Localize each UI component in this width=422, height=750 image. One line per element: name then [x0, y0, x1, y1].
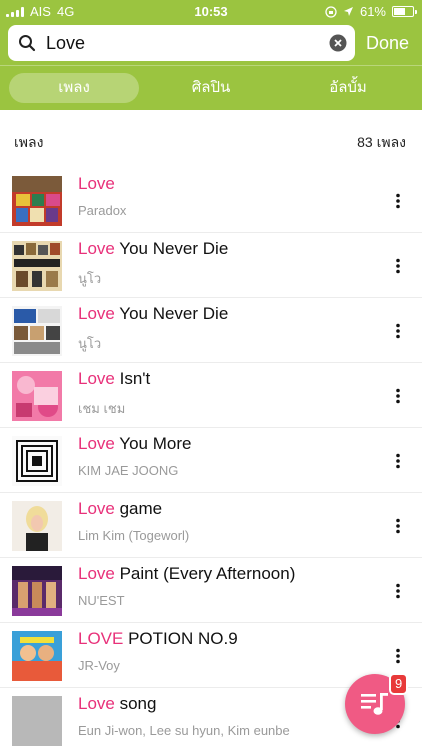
section-header: เพลง 83 เพลง: [0, 110, 422, 168]
title-rest: Paint (Every Afternoon): [114, 564, 296, 583]
battery-percent: 61%: [359, 4, 386, 19]
title-highlight: Love: [78, 694, 115, 713]
tab-artists[interactable]: ศิลปิน: [146, 73, 276, 103]
song-artist: นูโว: [78, 271, 102, 286]
title-rest: You More: [114, 434, 192, 453]
album-cover: [12, 306, 62, 356]
more-vertical-icon[interactable]: [390, 648, 406, 664]
title-highlight: Love: [78, 434, 115, 453]
title-highlight: Love: [78, 304, 115, 323]
album-cover: [12, 241, 62, 291]
more-vertical-icon[interactable]: [390, 193, 406, 209]
battery-icon: [392, 6, 417, 17]
album-cover: [12, 631, 62, 681]
title-rest: POTION NO.9: [123, 629, 238, 648]
album-cover: [12, 566, 62, 616]
title-rest: Isn't: [114, 369, 151, 388]
more-vertical-icon[interactable]: [390, 518, 406, 534]
album-cover: [12, 176, 62, 226]
queue-count-badge: 9: [389, 673, 409, 695]
playlist-icon: [361, 693, 388, 715]
title-rest: song: [114, 694, 157, 713]
album-cover: [12, 436, 62, 486]
orientation-lock-icon: [325, 5, 337, 18]
song-artist: Paradox: [78, 203, 127, 218]
song-title: Love Paint (Every Afternoon): [78, 564, 295, 584]
battery-fill: [394, 8, 405, 15]
song-artist: JR-Voy: [78, 658, 120, 673]
title-highlight: Love: [78, 174, 115, 193]
title-highlight: Love: [78, 564, 115, 583]
tab-albums[interactable]: อัลบั้ม: [283, 73, 413, 103]
tab-bar: เพลง ศิลปิน อัลบั้ม: [0, 65, 422, 110]
song-title: Love You Never Die: [78, 304, 228, 324]
song-artist: เชม เชม: [78, 401, 126, 416]
title-highlight: Love: [78, 369, 115, 388]
title-rest: You Never Die: [114, 239, 229, 258]
song-title: Love song: [78, 694, 156, 714]
song-row[interactable]: Love You Never Die นูโว: [0, 233, 422, 298]
title-highlight: Love: [78, 499, 115, 518]
album-cover: [12, 371, 62, 421]
title-rest: You Never Die: [114, 304, 229, 323]
more-vertical-icon[interactable]: [390, 583, 406, 599]
search-input[interactable]: [46, 25, 326, 61]
status-bar: AIS 4G 10:53 61%: [0, 0, 422, 22]
album-cover: [12, 696, 62, 746]
song-row[interactable]: Love Isn't เชม เชม: [0, 363, 422, 428]
song-artist: NU'EST: [78, 593, 125, 608]
title-highlight: Love: [78, 239, 115, 258]
song-row[interactable]: Love You More KIM JAE JOONG: [0, 428, 422, 493]
song-row[interactable]: Love Paint (Every Afternoon) NU'EST: [0, 558, 422, 623]
song-artist: Lim Kim (Togeworl): [78, 528, 190, 543]
song-artist: KIM JAE JOONG: [78, 463, 179, 478]
more-vertical-icon[interactable]: [390, 323, 406, 339]
more-vertical-icon[interactable]: [390, 453, 406, 469]
song-title: Love: [78, 174, 115, 194]
section-count: 83 เพลง: [357, 134, 406, 150]
song-title: Love You More: [78, 434, 191, 454]
done-button[interactable]: Done: [366, 33, 409, 54]
album-cover: [12, 501, 62, 551]
song-title: Love game: [78, 499, 162, 519]
search-icon: [19, 35, 36, 52]
more-vertical-icon[interactable]: [390, 258, 406, 274]
song-title: LOVE POTION NO.9: [78, 629, 238, 649]
song-row[interactable]: Love You Never Die นูโว: [0, 298, 422, 363]
song-artist: นูโว: [78, 336, 102, 351]
tab-songs[interactable]: เพลง: [9, 73, 139, 103]
song-title: Love You Never Die: [78, 239, 228, 259]
location-icon: [343, 7, 353, 16]
song-list: Love Paradox Love You Never Die นูโว Lov…: [0, 168, 422, 750]
song-title: Love Isn't: [78, 369, 150, 389]
song-row[interactable]: Love game Lim Kim (Togeworl): [0, 493, 422, 558]
song-artist: Eun Ji-won, Lee su hyun, Kim eunbe: [78, 723, 290, 738]
section-title: เพลง: [14, 134, 44, 150]
clear-icon[interactable]: [329, 34, 347, 52]
title-rest: game: [114, 499, 163, 518]
title-highlight: LOVE: [78, 629, 124, 648]
search-box[interactable]: [8, 25, 355, 61]
more-vertical-icon[interactable]: [390, 388, 406, 404]
status-right: 61%: [325, 4, 417, 19]
song-row[interactable]: Love Paradox: [0, 168, 422, 233]
top-bar: AIS 4G 10:53 61% Done เพลง ศิลปิน อัลบั้…: [0, 0, 422, 110]
